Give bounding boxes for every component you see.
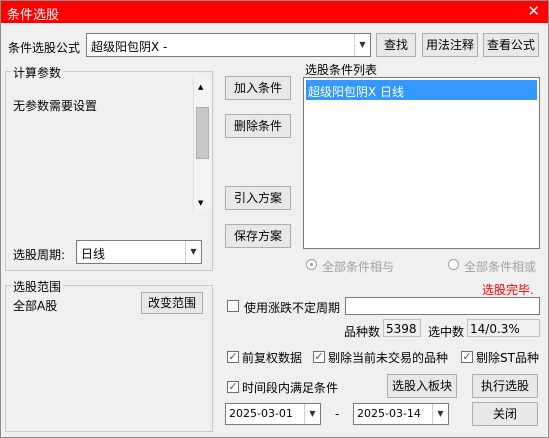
usage-notes-button[interactable]: 用法注释 [422, 33, 478, 57]
selected-field: 14/0.3% [467, 319, 540, 337]
date-separator: - [335, 407, 340, 421]
time-range-label: 时间段内满足条件 [242, 381, 339, 395]
count-field: 5398 [383, 319, 421, 337]
chevron-down-icon[interactable]: ▼ [185, 241, 201, 263]
chevron-down-icon[interactable]: ▼ [432, 404, 448, 424]
count-value: 5398 [386, 322, 417, 336]
add-condition-button[interactable]: 加入条件 [225, 76, 291, 100]
use-period-checkbox[interactable] [227, 300, 239, 312]
condition-select-dialog: 条件选股 ✕ 条件选股公式 超级阳包阴X - ▼ 查找 用法注释 查看公式 计算… [0, 0, 549, 438]
exclude-st-checkbox[interactable]: ✓ [461, 351, 473, 363]
chevron-down-icon[interactable]: ▼ [354, 34, 370, 56]
import-scheme-button[interactable]: 引入方案 [225, 186, 291, 210]
done-status: 选股完毕. [482, 283, 534, 297]
scroll-up-icon[interactable]: ▲ [198, 83, 203, 91]
time-range-checkbox[interactable]: ✓ [227, 381, 239, 393]
end-date-value: 2025-03-14 [357, 407, 421, 420]
conditions-list-label: 选股条件列表 [305, 63, 378, 77]
radio-or-label: 全部条件相或 [464, 260, 537, 274]
change-range-button[interactable]: 改变范围 [141, 292, 203, 314]
list-item-text: 超级阳包阴X 日线 [308, 85, 405, 99]
chevron-down-icon[interactable]: ▼ [304, 404, 320, 424]
radio-or[interactable] [448, 259, 459, 270]
range-value: 全部A股 [13, 299, 58, 313]
radio-and-label: 全部条件相与 [322, 260, 395, 274]
rights-label: 前复权数据 [242, 351, 303, 365]
conditions-list[interactable]: 超级阳包阴X 日线 [303, 77, 540, 249]
use-period-label: 使用涨跌不定周期 [244, 301, 341, 315]
period-select[interactable]: 日线 ▼ [76, 240, 202, 264]
selected-value: 14/0.3% [470, 322, 520, 336]
formula-value: 超级阳包阴X - [91, 40, 168, 54]
selected-label: 选中数 [428, 325, 465, 339]
radio-and[interactable] [306, 259, 317, 270]
period-label: 选股周期: [13, 248, 66, 262]
exclude-untraded-label: 剔除当前未交易的品种 [328, 351, 449, 365]
view-formula-button[interactable]: 查看公式 [483, 33, 539, 57]
execute-select-button[interactable]: 执行选股 [472, 374, 538, 398]
close-button[interactable]: 关闭 [472, 402, 538, 426]
list-item[interactable]: 超级阳包阴X 日线 [306, 80, 537, 100]
save-scheme-button[interactable]: 保存方案 [225, 224, 291, 248]
params-text: 无参数需要设置 [13, 99, 98, 113]
end-date-picker[interactable]: 2025-03-14 ▼ [353, 403, 449, 425]
params-group-label: 计算参数 [11, 64, 64, 81]
range-group-label: 选股范围 [11, 278, 64, 295]
period-value: 日线 [81, 247, 106, 261]
scroll-thumb[interactable] [196, 107, 209, 159]
start-date-value: 2025-03-01 [229, 407, 293, 420]
exclude-untraded-checkbox[interactable]: ✓ [313, 351, 325, 363]
exclude-st-label: 剔除ST品种 [476, 351, 539, 365]
start-date-picker[interactable]: 2025-03-01 ▼ [225, 403, 321, 425]
add-to-block-button[interactable]: 选股入板块 [387, 374, 457, 398]
scroll-down-icon[interactable]: ▼ [198, 199, 203, 207]
close-icon[interactable]: ✕ [527, 2, 540, 20]
period-range-input[interactable] [345, 297, 540, 315]
title-bar: 条件选股 ✕ [1, 1, 548, 23]
formula-label: 条件选股公式 [8, 41, 81, 55]
find-button[interactable]: 查找 [376, 33, 416, 57]
window-title: 条件选股 [7, 8, 60, 23]
count-label: 品种数 [344, 325, 381, 339]
params-scrollbar[interactable]: ▲ ▼ [193, 77, 210, 211]
delete-condition-button[interactable]: 删除条件 [225, 114, 291, 138]
formula-select[interactable]: 超级阳包阴X - ▼ [86, 33, 371, 57]
rights-checkbox[interactable]: ✓ [227, 351, 239, 363]
